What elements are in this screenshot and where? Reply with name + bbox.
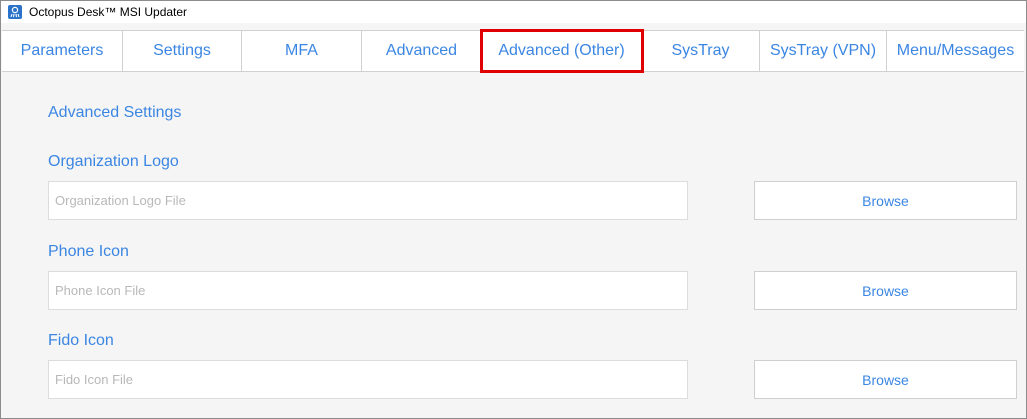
phone-icon-browse-button[interactable]: Browse: [754, 271, 1017, 310]
window-title: Octopus Desk™ MSI Updater: [29, 5, 188, 19]
fido-icon-input[interactable]: [48, 360, 688, 399]
phone-icon-label: Phone Icon: [48, 243, 129, 260]
fido-icon-browse-button[interactable]: Browse: [754, 360, 1017, 399]
organization-logo-label: Organization Logo: [48, 153, 179, 170]
tab-menu-messages[interactable]: Menu/Messages: [887, 31, 1024, 71]
tab-systray[interactable]: SysTray: [642, 31, 760, 71]
app-window: Octopus Desk™ MSI Updater Parameters Set…: [0, 0, 1027, 419]
section-title: Advanced Settings: [48, 104, 182, 121]
octopus-app-icon: [8, 5, 22, 19]
phone-icon-input[interactable]: [48, 271, 688, 310]
tab-advanced[interactable]: Advanced: [362, 31, 482, 71]
tab-advanced-other[interactable]: Advanced (Other): [480, 29, 644, 73]
tab-parameters[interactable]: Parameters: [2, 31, 123, 71]
tab-systray-vpn[interactable]: SysTray (VPN): [760, 31, 887, 71]
organization-logo-browse-button[interactable]: Browse: [754, 181, 1017, 220]
tab-bar: Parameters Settings MFA Advanced Advance…: [2, 29, 1024, 73]
tab-content: Advanced Settings Organization Logo Brow…: [2, 72, 1024, 417]
organization-logo-input[interactable]: [48, 181, 688, 220]
tab-mfa[interactable]: MFA: [242, 31, 362, 71]
fido-icon-label: Fido Icon: [48, 332, 114, 349]
title-bar: Octopus Desk™ MSI Updater: [1, 1, 1026, 23]
tab-settings[interactable]: Settings: [123, 31, 242, 71]
